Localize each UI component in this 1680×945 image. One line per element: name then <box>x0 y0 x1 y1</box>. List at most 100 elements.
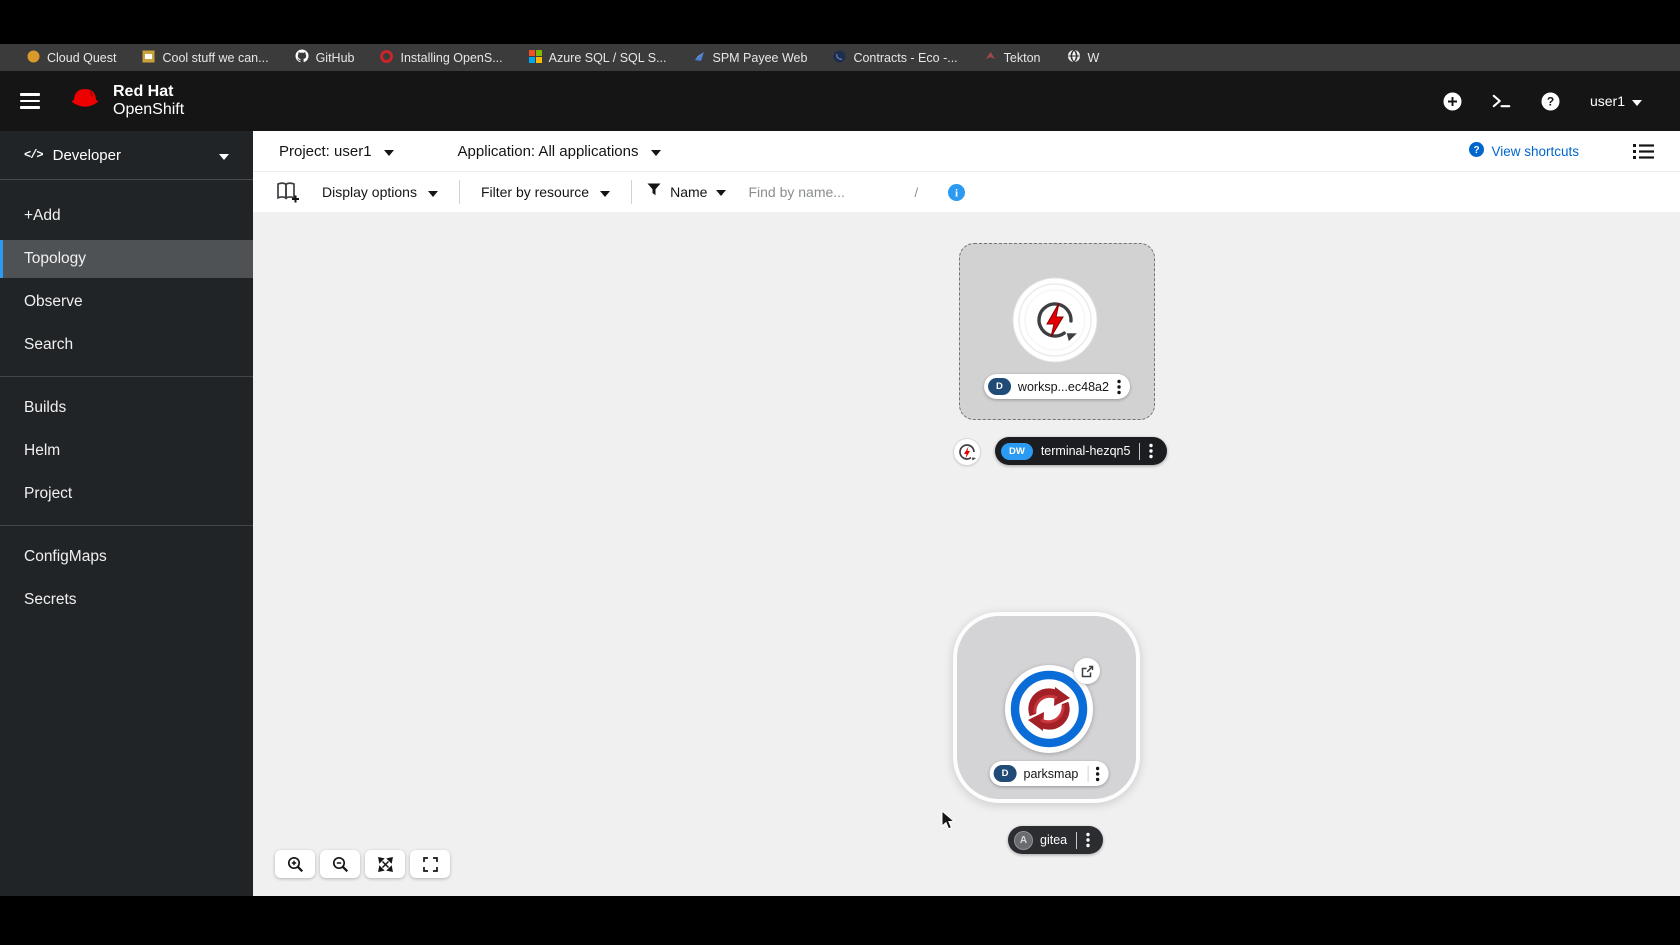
zoom-controls <box>275 850 450 878</box>
terminal-node[interactable] <box>954 439 980 465</box>
user-menu[interactable]: user1 <box>1590 93 1642 109</box>
pill-divider <box>1087 765 1089 782</box>
svg-text:?: ? <box>1474 145 1480 156</box>
microsoft-favicon <box>528 49 542 66</box>
chevron-down-icon <box>600 184 611 200</box>
command-line-icon[interactable] <box>1492 92 1511 111</box>
sidebar: </> Developer +Add Topology Observe Sear… <box>0 131 253 896</box>
zoom-out-button[interactable] <box>320 850 360 878</box>
topology-toolbar: Display options Filter by resource Name … <box>253 172 1680 213</box>
gitea-label-text: gitea <box>1040 833 1068 847</box>
folder-favicon <box>142 50 155 66</box>
bookmark-cool-stuff[interactable]: Cool stuff we can... <box>129 44 281 71</box>
deployment-badge: D <box>988 378 1011 395</box>
parksmap-node-label[interactable]: D parksmap <box>989 761 1109 786</box>
payee-favicon <box>693 50 706 66</box>
bookmark-label: Cool stuff we can... <box>162 50 269 65</box>
bookmark-label: GitHub <box>315 50 355 65</box>
sidebar-item-builds[interactable]: Builds <box>0 389 253 427</box>
kebab-menu-icon[interactable] <box>1117 379 1121 395</box>
bookmark-label: Cloud Quest <box>47 50 117 65</box>
chevron-down-icon <box>1632 93 1642 109</box>
kebab-menu-icon[interactable] <box>1086 832 1090 848</box>
sidebar-item-search[interactable]: Search <box>0 326 253 364</box>
application-select[interactable]: Application: All applications <box>458 143 661 160</box>
mouse-cursor <box>941 809 956 836</box>
parksmap-label-text: parksmap <box>1023 766 1079 781</box>
kebab-menu-icon[interactable] <box>1095 766 1100 782</box>
nav-divider <box>0 525 253 526</box>
info-circle-icon[interactable]: i <box>948 183 966 201</box>
brand-logo[interactable]: Red Hat OpenShift <box>66 83 184 119</box>
slash-shortcut-hint: / <box>914 184 919 200</box>
bookmark-contracts[interactable]: Contracts - Eco -... <box>820 44 970 71</box>
bookmark-w[interactable]: W <box>1054 44 1113 71</box>
user-name: user1 <box>1589 93 1625 109</box>
contracts-favicon <box>833 50 846 66</box>
code-icon: </> <box>24 148 44 162</box>
tekton-favicon <box>984 50 997 66</box>
display-options-dropdown[interactable]: Display options <box>316 184 444 200</box>
filter-resource-dropdown[interactable]: Filter by resource <box>475 184 616 200</box>
bookmark-label: Azure SQL / SQL S... <box>548 50 667 65</box>
screen: Cloud Quest Cool stuff we can... GitHub … <box>0 0 1680 945</box>
bookmark-cloud-quest[interactable]: Cloud Quest <box>14 44 129 71</box>
bookmark-github[interactable]: GitHub <box>282 44 368 71</box>
bookmark-azure-sql[interactable]: Azure SQL / SQL S... <box>516 44 680 71</box>
fit-to-screen-button[interactable] <box>365 850 405 878</box>
perspective-switcher[interactable]: </> Developer <box>0 131 253 180</box>
sidebar-item-configmaps[interactable]: ConfigMaps <box>0 538 253 576</box>
list-view-icon[interactable] <box>1633 143 1654 160</box>
bookmark-installing-openshift[interactable]: Installing OpenS... <box>367 44 515 71</box>
add-circle-icon[interactable] <box>1443 92 1462 111</box>
workspace-node-label[interactable]: D worksp...ec48a2 <box>984 374 1130 399</box>
brand-text: Red Hat OpenShift <box>113 83 184 119</box>
view-shortcuts-label: View shortcuts <box>1491 143 1579 159</box>
globe-favicon <box>1067 49 1081 66</box>
project-select-label: Project: user1 <box>279 142 372 160</box>
workspace-node[interactable] <box>1012 277 1098 363</box>
toolbar-divider <box>631 180 633 204</box>
bookmark-tekton[interactable]: Tekton <box>971 44 1054 71</box>
question-circle-icon: ? <box>1469 142 1485 160</box>
pill-divider <box>1076 831 1078 849</box>
kebab-menu-icon[interactable] <box>1149 443 1154 459</box>
application-badge: A <box>1014 830 1033 850</box>
fullscreen-button[interactable] <box>410 850 450 878</box>
sidebar-item-add[interactable]: +Add <box>0 197 253 235</box>
brand-line2: OpenShift <box>113 101 185 118</box>
find-by-name-input[interactable] <box>748 184 887 200</box>
cloud-quest-favicon <box>27 50 40 66</box>
sidebar-item-helm[interactable]: Helm <box>0 432 253 470</box>
svg-text:?: ? <box>1547 94 1554 108</box>
sidebar-item-project[interactable]: Project <box>0 475 253 513</box>
view-shortcuts-link[interactable]: ? View shortcuts <box>1469 142 1579 160</box>
nav-divider <box>0 376 253 377</box>
sidebar-item-secrets[interactable]: Secrets <box>0 581 253 619</box>
chevron-down-icon <box>427 184 438 200</box>
quick-search-catalog-icon[interactable] <box>275 180 300 204</box>
terminal-node-label[interactable]: DW terminal-hezqn5 <box>995 437 1167 465</box>
external-link-icon[interactable] <box>1074 658 1100 684</box>
openshift-favicon <box>380 49 394 66</box>
bookmark-label: Installing OpenS... <box>400 50 503 65</box>
zoom-in-button[interactable] <box>275 850 315 878</box>
filter-type-dropdown[interactable]: Name <box>647 183 727 201</box>
sidebar-item-observe[interactable]: Observe <box>0 283 253 321</box>
bookmark-label: SPM Payee Web <box>712 50 808 65</box>
gitea-node-label[interactable]: A gitea <box>1008 826 1103 854</box>
browser-bookmarks-bar: Cloud Quest Cool stuff we can... GitHub … <box>0 44 1680 71</box>
bookmark-spm-payee[interactable]: SPM Payee Web <box>680 44 821 71</box>
deployment-badge: D <box>993 765 1017 782</box>
topology-canvas[interactable]: D worksp...ec48a2 DW terminal-hezqn5 D p… <box>253 213 1680 896</box>
chevron-down-icon <box>650 143 661 160</box>
sidebar-item-topology[interactable]: Topology <box>0 240 253 278</box>
bookmark-label: Contracts - Eco -... <box>853 50 958 65</box>
project-select[interactable]: Project: user1 <box>279 143 394 160</box>
help-icon[interactable]: ? <box>1541 92 1560 111</box>
nav-toggle-icon[interactable] <box>20 93 40 109</box>
brand-line1: Red Hat <box>113 83 174 101</box>
toolbar-divider <box>458 180 460 204</box>
filter-type-label: Name <box>670 184 708 200</box>
svg-text:i: i <box>955 187 958 199</box>
